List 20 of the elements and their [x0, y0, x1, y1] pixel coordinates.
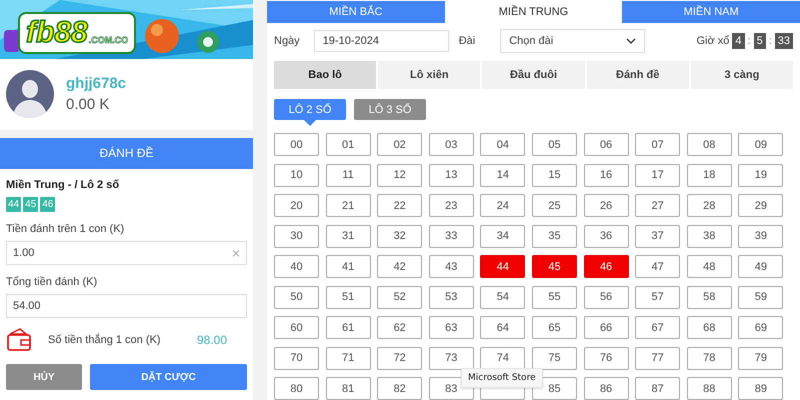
tooltip: Microsoft Store [461, 368, 543, 388]
field-label: Tổng tiền đánh (K) [6, 276, 98, 288]
countdown-digit: 5 [754, 33, 766, 49]
panel-title: ĐÁNH ĐỀ [0, 138, 253, 169]
winnings-label: Số tiền thắng 1 con (K) [48, 334, 162, 346]
balance: 0.00 K [66, 96, 110, 114]
countdown-digit: 4 [732, 33, 744, 49]
number-chip: 46 [40, 197, 56, 212]
draw-time-label: Giờ xổ [696, 35, 730, 47]
number-chip: 44 [6, 197, 22, 212]
number-chip: 45 [23, 197, 38, 212]
station-label: Đài [458, 35, 476, 47]
separator: : [748, 35, 751, 47]
date-label: Ngày [274, 35, 300, 47]
winnings-value: 98.00 [196, 333, 227, 347]
selection-title: Miền Trung - / Lô 2 số [6, 179, 120, 191]
field-label: Tiền đánh trên 1 con (K) [6, 223, 126, 235]
separator: : [768, 35, 772, 47]
countdown-digit: 33 [774, 33, 793, 49]
username: ghjj678c [66, 75, 126, 92]
